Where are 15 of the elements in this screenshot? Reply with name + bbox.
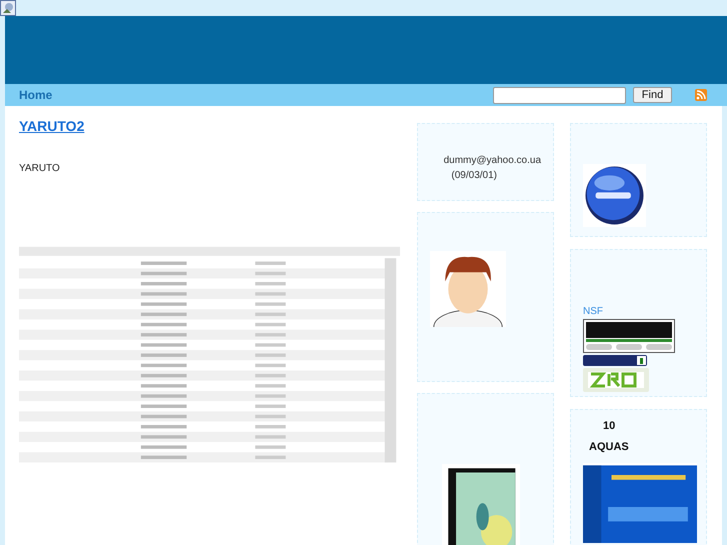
date-text: (09/03/01) [451,169,497,183]
search-field[interactable] [493,86,626,104]
post-title-link[interactable]: YARUTO2 [19,116,145,137]
badge-drawing [583,355,647,366]
broken-image-icon [0,0,16,16]
rss-icon[interactable] [695,89,707,101]
email-text[interactable]: dummy@yahoo.co.ua [444,153,541,168]
promo-number: 10 [602,419,616,434]
post-text: YARUTO [19,162,61,176]
find-button[interactable]: Find [633,87,672,103]
banner-drawing[interactable] [583,319,675,353]
nsf-link[interactable]: NSF [583,304,694,319]
home-link[interactable]: Home [19,86,52,104]
badge-drawing [583,368,649,392]
promo-title: AQUAS [588,440,630,454]
